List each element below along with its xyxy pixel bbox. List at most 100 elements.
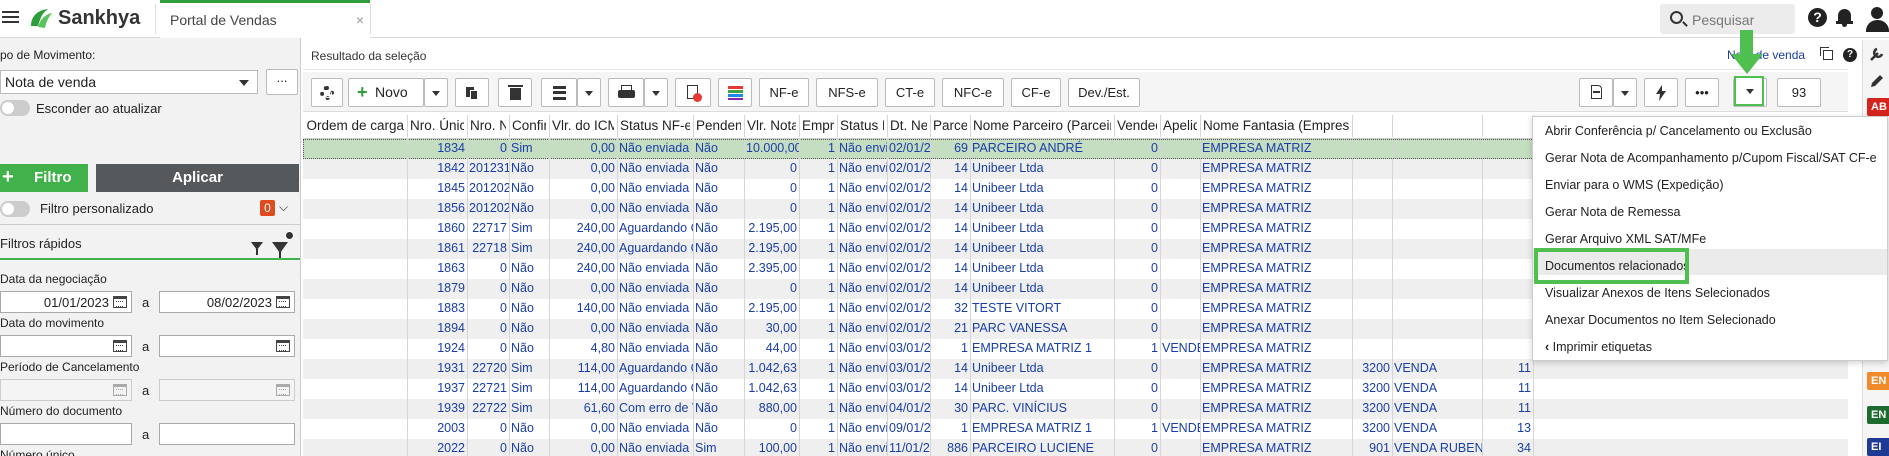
nfse-button[interactable]: NFS-e xyxy=(816,78,878,107)
periodo-cancelamento-inicio[interactable] xyxy=(0,379,132,401)
list-dropdown-button[interactable] xyxy=(577,78,601,107)
column-header[interactable]: Parceiro xyxy=(933,118,967,133)
help-icon[interactable]: ? xyxy=(1843,48,1857,62)
menu-item[interactable]: Abrir Conferência p/ Cancelamento ou Exc… xyxy=(1545,124,1812,138)
data-movimento-fim[interactable] xyxy=(159,335,295,357)
status-badge[interactable]: AB xyxy=(1867,98,1889,116)
table-row[interactable]: 193922722Sim61,60Com erro de ValidaçãoNã… xyxy=(303,399,1848,419)
column-header[interactable]: Apelido xyxy=(1163,118,1197,133)
column-divider[interactable] xyxy=(407,115,408,137)
table-row[interactable]: 20030Não0,00Não enviadaNão01Não enviada0… xyxy=(303,419,1848,439)
nfce-button[interactable]: NFC-e xyxy=(942,78,1004,107)
help-icon[interactable]: ? xyxy=(1808,8,1827,27)
settings-button[interactable] xyxy=(311,78,343,107)
calendar-icon[interactable] xyxy=(276,384,290,396)
export-button[interactable] xyxy=(1579,78,1613,107)
edit-icon[interactable] xyxy=(1869,73,1885,89)
more-options-button[interactable]: ... xyxy=(266,69,298,95)
table-row[interactable]: 1937 22721 Sim 114,00 Aguardando Confirmação… xyxy=(303,379,1848,399)
export-dropdown-button[interactable] xyxy=(1613,78,1637,107)
menu-item[interactable]: Gerar Nota de Remessa xyxy=(1545,205,1680,219)
calendar-icon[interactable] xyxy=(113,384,127,396)
search-box[interactable]: Pesquisar xyxy=(1660,4,1795,34)
calendar-icon[interactable] xyxy=(113,296,127,308)
column-header[interactable]: Nome Fantasia (Empresa) xyxy=(1203,118,1349,133)
print-button[interactable] xyxy=(608,78,644,107)
cancel-document-button[interactable] xyxy=(675,78,711,107)
column-header[interactable]: Dt. Neg. xyxy=(890,118,927,133)
column-header[interactable]: Vlr. Nota xyxy=(747,118,796,133)
chevron-down-icon[interactable]: ⌵ xyxy=(279,200,288,215)
data-movimento-inicio[interactable] xyxy=(0,335,132,357)
novo-dropdown-button[interactable] xyxy=(424,78,448,107)
menu-item[interactable]: Visualizar Anexos de Itens Selecionados xyxy=(1545,286,1770,300)
esconder-toggle[interactable] xyxy=(0,100,30,116)
menu-icon[interactable] xyxy=(2,8,22,28)
colors-button[interactable] xyxy=(718,78,752,107)
filtro-personalizado-toggle[interactable] xyxy=(0,201,30,217)
column-divider[interactable] xyxy=(837,115,838,137)
column-header[interactable]: Nro. Nota xyxy=(470,118,506,133)
close-icon[interactable]: × xyxy=(356,12,364,28)
status-badge[interactable]: EN xyxy=(1867,372,1889,390)
list-button[interactable] xyxy=(541,78,577,107)
column-header[interactable]: Vlr. do ICMS xyxy=(552,118,614,133)
duplicate-button[interactable] xyxy=(455,78,489,107)
tipo-movimento-select[interactable]: Nota de venda xyxy=(0,70,258,94)
column-divider[interactable] xyxy=(1392,115,1393,137)
column-divider[interactable] xyxy=(1482,115,1483,137)
filter-icon[interactable] xyxy=(251,242,263,255)
column-header[interactable]: Status NF-e xyxy=(620,118,690,133)
table-row[interactable]: 2022 0 Não 0,00 Não enviada Sim 100,00 1 Não env… xyxy=(303,439,1848,456)
column-header[interactable]: Vendedor xyxy=(1117,118,1157,133)
column-divider[interactable] xyxy=(970,115,971,137)
cfe-button[interactable]: CF-e xyxy=(1011,78,1061,107)
calendar-icon[interactable] xyxy=(276,340,290,352)
column-divider[interactable] xyxy=(1160,115,1161,137)
column-header[interactable]: Pendente xyxy=(696,118,741,133)
data-negociacao-fim[interactable]: 08/02/2023 xyxy=(159,291,295,313)
table-row[interactable]: 1931 22720 Sim 114,00 Aguardando Confirmação… xyxy=(303,359,1848,379)
menu-item[interactable]: Gerar Nota de Acompanhamento p/Cupom Fis… xyxy=(1545,151,1877,165)
status-badge[interactable]: EI xyxy=(1867,438,1889,456)
column-divider[interactable] xyxy=(744,115,745,137)
numero-documento-fim[interactable] xyxy=(159,423,295,445)
column-header[interactable]: Ordem de carga xyxy=(306,118,404,133)
wrench-icon[interactable] xyxy=(1869,46,1885,62)
filter-clear-icon[interactable] xyxy=(272,242,288,258)
cte-button[interactable]: CT-e xyxy=(885,78,935,107)
column-divider[interactable] xyxy=(930,115,931,137)
aplicar-button[interactable]: Aplicar xyxy=(96,164,299,192)
data-negociacao-inicio[interactable]: 01/01/2023 xyxy=(0,291,132,313)
calendar-icon[interactable] xyxy=(276,296,290,308)
column-divider[interactable] xyxy=(1114,115,1115,137)
calendar-icon[interactable] xyxy=(113,340,127,352)
column-divider[interactable] xyxy=(799,115,800,137)
column-header[interactable]: Empresa xyxy=(802,118,834,133)
column-header[interactable]: Nome Parceiro (Parceiro) xyxy=(973,118,1111,133)
menu-item[interactable]: ‹ Imprimir etiquetas xyxy=(1545,340,1652,354)
print-dropdown-button[interactable] xyxy=(644,78,668,107)
column-divider[interactable] xyxy=(887,115,888,137)
column-divider[interactable] xyxy=(509,115,510,137)
delete-button[interactable] xyxy=(498,78,532,107)
novo-button[interactable]: + Novo xyxy=(348,78,424,107)
column-divider[interactable] xyxy=(617,115,618,137)
nfe-button[interactable]: NF-e xyxy=(759,78,809,107)
column-divider[interactable] xyxy=(467,115,468,137)
column-divider[interactable] xyxy=(549,115,550,137)
column-divider[interactable] xyxy=(1352,115,1353,137)
filtro-button[interactable]: + Filtro xyxy=(0,164,88,192)
numero-documento-inicio[interactable] xyxy=(0,423,132,445)
column-divider[interactable] xyxy=(693,115,694,137)
copy-icon[interactable] xyxy=(1820,47,1833,60)
more-button[interactable]: ••• xyxy=(1685,78,1719,107)
flash-button[interactable] xyxy=(1644,78,1678,107)
column-divider[interactable] xyxy=(1200,115,1201,137)
status-badge[interactable]: EN xyxy=(1867,406,1889,424)
periodo-cancelamento-fim[interactable] xyxy=(159,379,295,401)
column-header[interactable]: Status NFS-e xyxy=(840,118,884,133)
menu-item[interactable]: Gerar Arquivo XML SAT/MFe xyxy=(1545,232,1706,246)
user-icon[interactable] xyxy=(1866,6,1889,32)
actions-dropdown-button[interactable] xyxy=(1734,76,1764,106)
